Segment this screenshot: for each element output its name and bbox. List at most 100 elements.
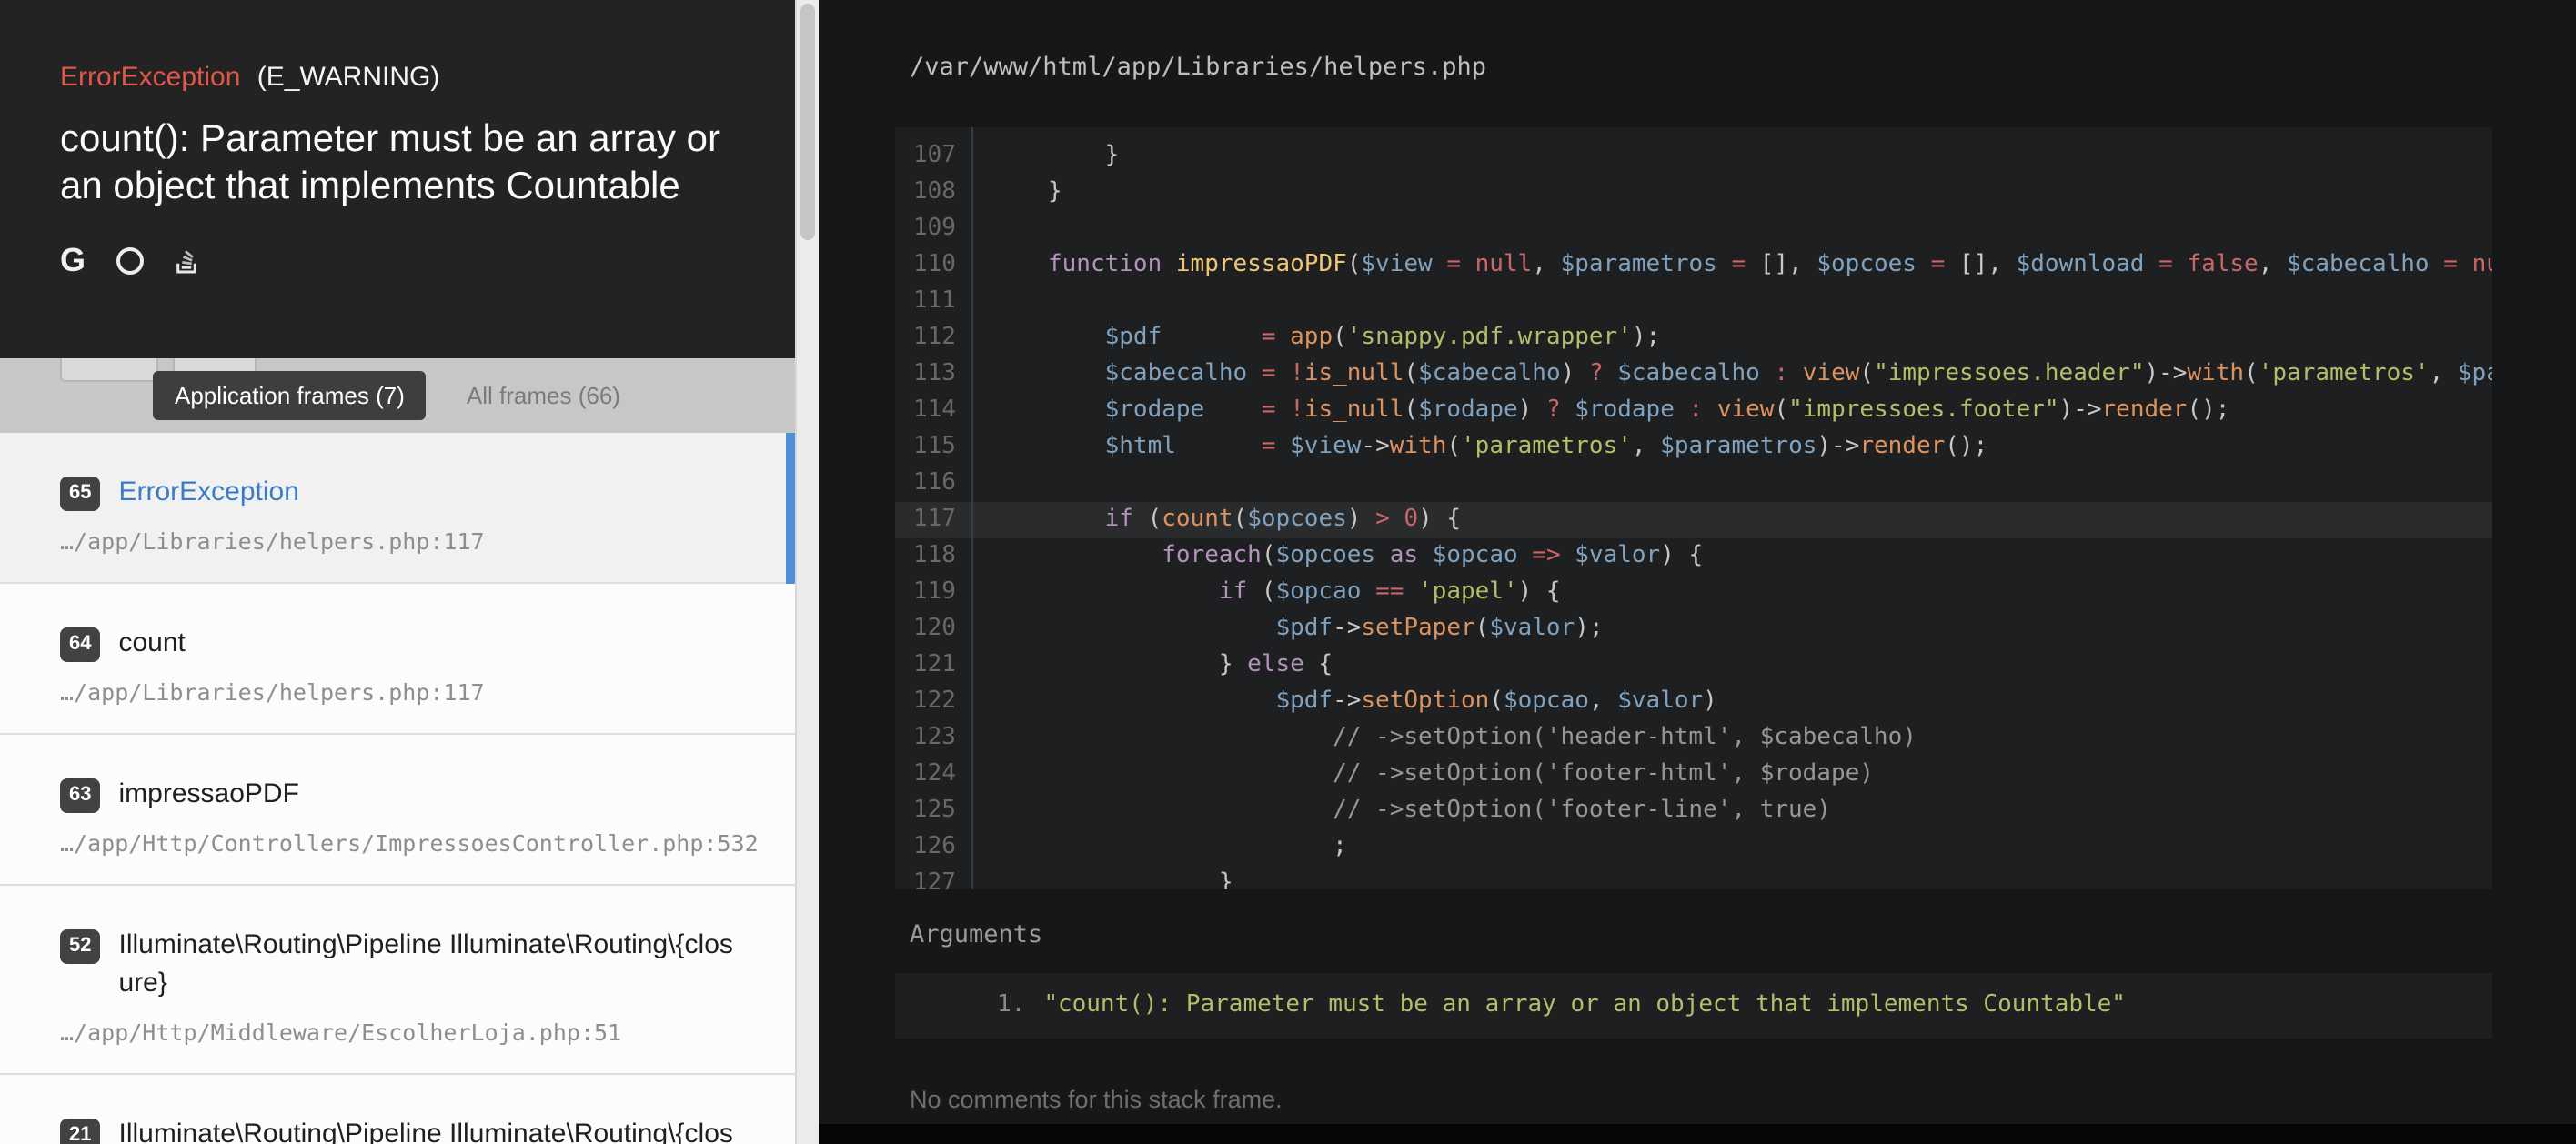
search-icons-row: G [60, 244, 735, 276]
line-number: 121 [895, 647, 971, 684]
exception-message: count(): Parameter must be an array or a… [60, 116, 735, 211]
code-panel: /var/www/html/app/Libraries/helpers.php … [819, 0, 2576, 1144]
line-number: 119 [895, 575, 971, 611]
duckduckgo-search-icon[interactable] [116, 246, 144, 274]
file-path: /var/www/html/app/Libraries/helpers.php [910, 53, 2576, 82]
arguments-heading: Arguments [910, 920, 2576, 949]
frame-file-path: …/app/Libraries/helpers.php:117 [60, 527, 735, 555]
frame-index-badge: 65 [60, 477, 101, 511]
frame-index-badge: 52 [60, 929, 101, 964]
frame-method: Illuminate\Routing\Pipeline Illuminate\R… [119, 926, 736, 1002]
argument-index: 1. [997, 991, 1025, 1019]
left-panel-scrollbar [795, 0, 819, 1144]
line-number: 126 [895, 829, 971, 866]
code-text: // ->setOption('header-html', $cabecalho… [971, 724, 1917, 751]
arguments-list: 1. "count(): Parameter must be an array o… [895, 973, 2492, 1039]
code-line-122: 122 $pdf->setOption($opcao, $valor) [895, 684, 2492, 720]
frame-index-badge: 64 [60, 627, 101, 662]
line-number: 118 [895, 538, 971, 575]
code-line-121: 121 } else { [895, 647, 2492, 684]
tab-application-frames[interactable]: Application frames (7) [153, 371, 427, 420]
frame-method: count [119, 624, 736, 662]
line-number: 122 [895, 684, 971, 720]
line-number: 115 [895, 429, 971, 466]
code-line-117: 117 if (count($opcoes) > 0) { [895, 502, 2492, 538]
active-frame-indicator [786, 433, 795, 584]
line-number: 109 [895, 211, 971, 247]
line-number: 117 [895, 502, 971, 538]
code-text: foreach($opcoes as $opcao => $valor) { [971, 542, 1703, 569]
line-number: 127 [895, 866, 971, 889]
frame-index-badge: 21 [60, 1119, 101, 1144]
code-line-114: 114 $rodape = !is_null($rodape) ? $rodap… [895, 393, 2492, 429]
code-text: } [971, 142, 1119, 169]
code-line-127: 127 } [895, 866, 2492, 889]
code-text: } [971, 178, 1062, 206]
argument-value: "count(): Parameter must be an array or … [1043, 991, 2126, 1019]
code-line-113: 113 $cabecalho = !is_null($cabecalho) ? … [895, 356, 2492, 393]
code-line-126: 126 ; [895, 829, 2492, 866]
code-text [971, 287, 1048, 315]
stack-frame[interactable]: 52 Illuminate\Routing\Pipeline Illuminat… [0, 886, 795, 1075]
frame-head: 63 impressaoPDF [60, 775, 735, 813]
code-text: $cabecalho = !is_null($cabecalho) ? $cab… [971, 360, 2492, 387]
exception-class-line: ErrorException (E_WARNING) [60, 62, 735, 93]
code-line-124: 124 // ->setOption('footer-html', $rodap… [895, 757, 2492, 793]
frames-tabs-bar: Application frames (7) All frames (66) [0, 358, 795, 433]
exception-severity: (E_WARNING) [257, 62, 440, 93]
line-number: 120 [895, 611, 971, 647]
line-number: 110 [895, 247, 971, 284]
line-number: 116 [895, 466, 971, 502]
line-number: 111 [895, 284, 971, 320]
line-number: 108 [895, 175, 971, 211]
frames-list: 65 ErrorException …/app/Libraries/helper… [0, 433, 795, 1144]
line-number: 123 [895, 720, 971, 757]
whoops-error-page: ErrorException (E_WARNING) count(): Para… [0, 0, 2576, 1144]
stack-frame[interactable]: 63 impressaoPDF …/app/Http/Controllers/I… [0, 735, 795, 886]
code-text: $html = $view->with('parametros', $param… [971, 433, 1987, 460]
code-text: $pdf = app('snappy.pdf.wrapper'); [971, 324, 1660, 351]
exception-class: ErrorException [60, 62, 240, 93]
code-line-118: 118 foreach($opcoes as $opcao => $valor)… [895, 538, 2492, 575]
code-text: ; [971, 833, 1347, 860]
code-line-119: 119 if ($opcao == 'papel') { [895, 575, 2492, 611]
stack-frame[interactable]: 21 Illuminate\Routing\Pipeline Illuminat… [0, 1075, 795, 1144]
frame-head: 52 Illuminate\Routing\Pipeline Illuminat… [60, 926, 735, 1002]
argument-item: 1. "count(): Parameter must be an array o… [895, 989, 2492, 1022]
stack-frame[interactable]: 64 count …/app/Libraries/helpers.php:117 [0, 584, 795, 735]
line-number: 112 [895, 320, 971, 356]
google-search-icon[interactable]: G [60, 244, 86, 276]
frame-head: 21 Illuminate\Routing\Pipeline Illuminat… [60, 1115, 735, 1144]
scrollbar-thumb[interactable] [800, 4, 815, 240]
code-text: $pdf->setOption($opcao, $valor) [971, 687, 1717, 715]
exception-header: ErrorException (E_WARNING) count(): Para… [0, 0, 795, 358]
code-text: if ($opcao == 'papel') { [971, 578, 1561, 606]
code-line-110: 110function impressaoPDF($view = null, $… [895, 247, 2492, 284]
horizontal-scrollbar-track[interactable] [819, 1124, 2576, 1144]
code-text: if (count($opcoes) > 0) { [971, 506, 1461, 533]
frame-index-badge: 63 [60, 778, 101, 813]
code-line-116: 116 [895, 466, 2492, 502]
code-text: function impressaoPDF($view = null, $par… [971, 251, 2492, 278]
frame-method: ErrorException [119, 473, 736, 511]
frame-file-path: …/app/Http/Controllers/ImpressoesControl… [60, 829, 735, 857]
code-text: $rodape = !is_null($rodape) ? $rodape : … [971, 396, 2229, 424]
stack-frame[interactable]: 65 ErrorException …/app/Libraries/helper… [0, 433, 795, 584]
frame-head: 65 ErrorException [60, 473, 735, 511]
code-text [971, 215, 1048, 242]
tab-all-frames[interactable]: All frames (66) [445, 371, 642, 420]
code-line-112: 112 $pdf = app('snappy.pdf.wrapper'); [895, 320, 2492, 356]
code-text: } else { [971, 651, 1333, 678]
stackoverflow-search-icon[interactable] [175, 246, 198, 275]
code-line-115: 115 $html = $view->with('parametros', $p… [895, 429, 2492, 466]
code-block: 107 }108}109110function impressaoPDF($vi… [895, 127, 2492, 889]
code-text [971, 469, 1048, 497]
frame-method: impressaoPDF [119, 775, 736, 813]
code-line-111: 111 [895, 284, 2492, 320]
code-text: // ->setOption('footer-line', true) [971, 797, 1831, 824]
clipped-button[interactable] [60, 358, 158, 382]
code-text: } [971, 869, 1233, 889]
code-line-109: 109 [895, 211, 2492, 247]
frame-method: Illuminate\Routing\Pipeline Illuminate\R… [119, 1115, 736, 1144]
code-line-125: 125 // ->setOption('footer-line', true) [895, 793, 2492, 829]
